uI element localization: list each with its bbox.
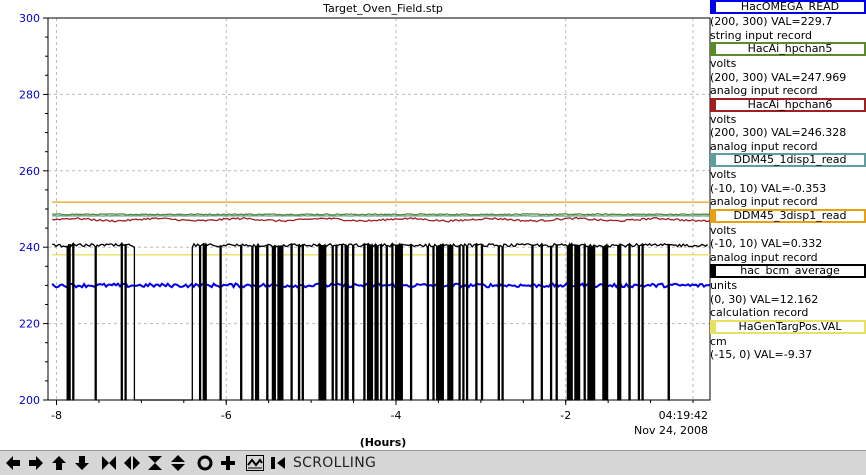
- legend-units: volts: [710, 57, 737, 70]
- plot-frame: [47, 17, 711, 401]
- y-axis: 200 220 240 260 280 300: [19, 12, 48, 407]
- time-label: 04:19:42: [659, 409, 708, 422]
- pause-icon[interactable]: [268, 453, 288, 473]
- legend-value: (200, 300) VAL=229.7: [710, 15, 833, 28]
- legend-units: cm: [710, 334, 727, 348]
- legend-swatch: DDM45_3disp1_read: [710, 208, 866, 223]
- legend-item: HacAi_hpchan5 volts (200, 300) VAL=247.969…: [710, 42, 866, 98]
- y-tick-label: 240: [19, 241, 40, 254]
- series-lines: [51, 201, 711, 401]
- legend-units: units: [710, 279, 738, 292]
- legend-value: (200, 300) VAL=246.328: [710, 126, 847, 139]
- legend-record: analog input record: [710, 195, 818, 208]
- expand-horizontal-icon[interactable]: [99, 453, 119, 473]
- grid: [48, 18, 710, 400]
- circle-icon[interactable]: [195, 453, 215, 473]
- status-text: SCROLLING: [293, 455, 377, 471]
- legend-record: analog input record: [710, 84, 818, 97]
- legend-value: (200, 300) VAL=247.969: [710, 70, 847, 84]
- arrow-left-icon[interactable]: [3, 453, 23, 473]
- date-label: Nov 24, 2008: [634, 424, 708, 437]
- legend: HacOMEGA_READ (200, 300) VAL=229.7 string …: [710, 0, 866, 362]
- waveform-icon[interactable]: [245, 453, 265, 473]
- legend-item: DDM45_3disp1_read volts (-10, 10) VAL=0.33…: [710, 208, 866, 265]
- legend-value: (0, 30) VAL=12.162: [710, 292, 819, 306]
- legend-value: (-10, 10) VAL=0.332: [710, 237, 823, 250]
- legend-record: calculation record: [710, 306, 809, 319]
- expand-vertical-icon[interactable]: [145, 453, 165, 473]
- series-line-HacAi_hpchan5: [52, 213, 711, 216]
- legend-value: (-10, 10) VAL=-0.353: [710, 181, 827, 195]
- plus-icon[interactable]: [218, 453, 238, 473]
- legend-value: (-15, 0) VAL=-9.37: [710, 348, 813, 361]
- x-tick-label: -2: [560, 409, 571, 422]
- x-tick-label: -8: [51, 409, 62, 422]
- legend-item: HacOMEGA_READ (200, 300) VAL=229.7 string …: [710, 0, 866, 42]
- legend-units: volts: [710, 223, 737, 237]
- legend-swatch: HacAi_hpchan6: [710, 97, 866, 112]
- legend-swatch: hac_bcm_average: [710, 264, 866, 278]
- legend-swatch: HaGenTargPos.VAL: [710, 319, 866, 334]
- arrow-right-icon[interactable]: [26, 453, 46, 473]
- legend-units: volts: [710, 168, 737, 181]
- y-tick-label: 280: [19, 88, 40, 101]
- legend-units: volts: [710, 112, 737, 126]
- series-line-HacAi_hpchan6: [52, 216, 711, 223]
- legend-item: hac_bcm_average units (0, 30) VAL=12.162 ca…: [710, 264, 866, 320]
- legend-record: analog input record: [710, 139, 818, 153]
- arrow-up-icon[interactable]: [49, 453, 69, 473]
- x-tick-label: -4: [390, 409, 401, 422]
- legend-item: HaGenTargPos.VAL cm (-15, 0) VAL=-9.37: [710, 319, 866, 362]
- y-tick-label: 220: [19, 318, 40, 331]
- legend-swatch: HacAi_hpchan5: [710, 42, 866, 56]
- arrow-down-icon[interactable]: [72, 453, 92, 473]
- chart-title: Target_Oven_Field.stp: [322, 2, 443, 15]
- y-tick-label: 300: [19, 12, 40, 25]
- y-tick-label: 200: [19, 394, 40, 407]
- compress-vertical-icon[interactable]: [168, 453, 188, 473]
- x-tick-label: -6: [221, 409, 232, 422]
- x-axis: -8 -6 -4 -2: [51, 400, 694, 422]
- legend-record: string input record: [710, 28, 813, 42]
- legend-swatch: HacOMEGA_READ: [710, 0, 866, 14]
- y-tick-label: 260: [19, 165, 40, 178]
- x-axis-label: (Hours): [360, 436, 407, 449]
- legend-item: DDM45_1disp1_read volts (-10, 10) VAL=-0.3…: [710, 153, 866, 209]
- legend-item: HacAi_hpchan6 volts (200, 300) VAL=246.328…: [710, 97, 866, 154]
- legend-swatch: DDM45_1disp1_read: [710, 153, 866, 167]
- compress-horizontal-icon[interactable]: [122, 453, 142, 473]
- legend-record: analog input record: [710, 250, 818, 264]
- toolbar: SCROLLING: [0, 450, 866, 475]
- series-line-hac_bcm_average: [52, 241, 708, 401]
